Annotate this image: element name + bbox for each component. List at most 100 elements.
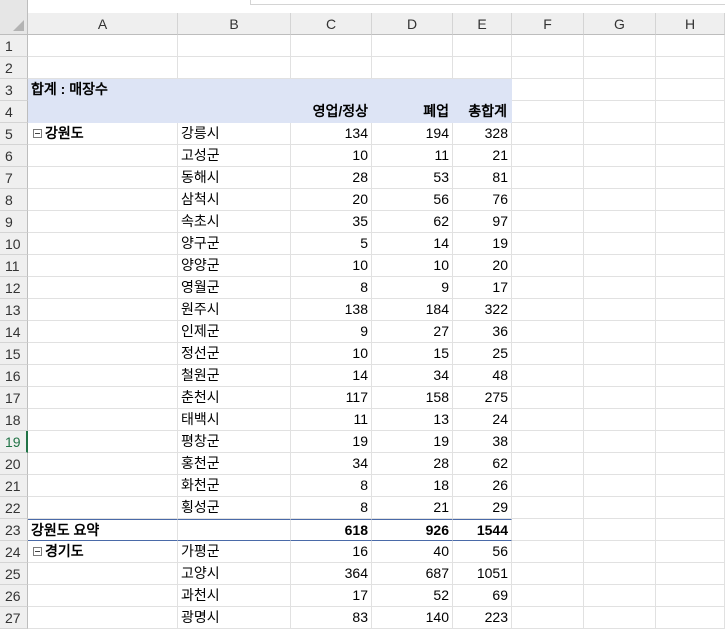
cell-h17[interactable] [656,387,725,409]
cell-a6[interactable] [28,145,178,167]
cell-f25[interactable] [512,563,584,585]
cell-b11[interactable]: 양양군 [178,255,291,277]
cell-f23[interactable] [512,519,584,541]
row-header-18[interactable]: 18 [0,409,28,431]
cell-g14[interactable] [584,321,656,343]
cell-h8[interactable] [656,189,725,211]
cell-h1[interactable] [656,35,725,57]
row-header-10[interactable]: 10 [0,233,28,255]
cell-h16[interactable] [656,365,725,387]
cell-e24[interactable]: 56 [453,541,512,563]
row-header-1[interactable]: 1 [0,35,28,57]
cell-d9[interactable]: 62 [372,211,453,233]
cell-a5[interactable]: 강원도 [28,123,178,145]
row-header-25[interactable]: 25 [0,563,28,585]
column-header-h[interactable]: H [656,13,725,35]
cell-f17[interactable] [512,387,584,409]
cell-e21[interactable]: 26 [453,475,512,497]
cell-e27[interactable]: 223 [453,607,512,629]
cell-c2[interactable] [291,57,372,79]
cell-h21[interactable] [656,475,725,497]
cell-f5[interactable] [512,123,584,145]
cell-a24[interactable]: 경기도 [28,541,178,563]
cell-c3[interactable] [291,79,372,101]
cell-d26[interactable]: 52 [372,585,453,607]
cell-e14[interactable]: 36 [453,321,512,343]
cell-d25[interactable]: 687 [372,563,453,585]
row-header-13[interactable]: 13 [0,299,28,321]
cell-d1[interactable] [372,35,453,57]
cell-f22[interactable] [512,497,584,519]
cell-e19[interactable]: 38 [453,431,512,453]
cell-b1[interactable] [178,35,291,57]
cell-g13[interactable] [584,299,656,321]
cell-f20[interactable] [512,453,584,475]
cell-f21[interactable] [512,475,584,497]
cell-g10[interactable] [584,233,656,255]
cell-a8[interactable] [28,189,178,211]
cell-h11[interactable] [656,255,725,277]
cell-h12[interactable] [656,277,725,299]
row-header-27[interactable]: 27 [0,607,28,629]
column-header-c[interactable]: C [291,13,372,35]
cell-a27[interactable] [28,607,178,629]
cell-c10[interactable]: 5 [291,233,372,255]
cell-a20[interactable] [28,453,178,475]
cell-c21[interactable]: 8 [291,475,372,497]
cell-e12[interactable]: 17 [453,277,512,299]
column-header-b[interactable]: B [178,13,291,35]
cell-h27[interactable] [656,607,725,629]
cell-f19[interactable] [512,431,584,453]
cell-g5[interactable] [584,123,656,145]
row-header-19[interactable]: 19 [0,431,28,453]
cell-h22[interactable] [656,497,725,519]
cell-e16[interactable]: 48 [453,365,512,387]
cell-c20[interactable]: 34 [291,453,372,475]
cell-c13[interactable]: 138 [291,299,372,321]
cell-g8[interactable] [584,189,656,211]
cell-g22[interactable] [584,497,656,519]
row-header-12[interactable]: 12 [0,277,28,299]
cell-g6[interactable] [584,145,656,167]
cell-d23[interactable]: 926 [372,519,453,541]
cell-g16[interactable] [584,365,656,387]
cell-b26[interactable]: 과천시 [178,585,291,607]
cell-a18[interactable] [28,409,178,431]
cell-g4[interactable] [584,101,656,123]
cell-b3[interactable] [178,79,291,101]
cell-e3[interactable] [453,79,512,101]
cell-h5[interactable] [656,123,725,145]
cell-d6[interactable]: 11 [372,145,453,167]
cell-e8[interactable]: 76 [453,189,512,211]
cell-b20[interactable]: 홍천군 [178,453,291,475]
row-header-21[interactable]: 21 [0,475,28,497]
cell-f7[interactable] [512,167,584,189]
cell-d8[interactable]: 56 [372,189,453,211]
collapse-minus-icon[interactable] [33,128,42,138]
cell-c15[interactable]: 10 [291,343,372,365]
cell-b5[interactable]: 강릉시 [178,123,291,145]
row-header-5[interactable]: 5 [0,123,28,145]
cell-h3[interactable] [656,79,725,101]
cell-h4[interactable] [656,101,725,123]
spreadsheet-grid[interactable]: A B C D E F G H 1 2 3 4 5 6 7 8 9 10 11 12 13 14 15 16 17 18 19 20 2… [0,0,725,630]
cell-a16[interactable] [28,365,178,387]
cell-b18[interactable]: 태백시 [178,409,291,431]
cell-c22[interactable]: 8 [291,497,372,519]
cell-a22[interactable] [28,497,178,519]
cell-b6[interactable]: 고성군 [178,145,291,167]
cell-g23[interactable] [584,519,656,541]
cell-a26[interactable] [28,585,178,607]
cell-g1[interactable] [584,35,656,57]
cell-c14[interactable]: 9 [291,321,372,343]
cell-d13[interactable]: 184 [372,299,453,321]
cell-a2[interactable] [28,57,178,79]
cell-b14[interactable]: 인제군 [178,321,291,343]
cell-d20[interactable]: 28 [372,453,453,475]
cell-e25[interactable]: 1051 [453,563,512,585]
cell-h9[interactable] [656,211,725,233]
cell-a21[interactable] [28,475,178,497]
cell-h26[interactable] [656,585,725,607]
cell-f11[interactable] [512,255,584,277]
cell-h19[interactable] [656,431,725,453]
